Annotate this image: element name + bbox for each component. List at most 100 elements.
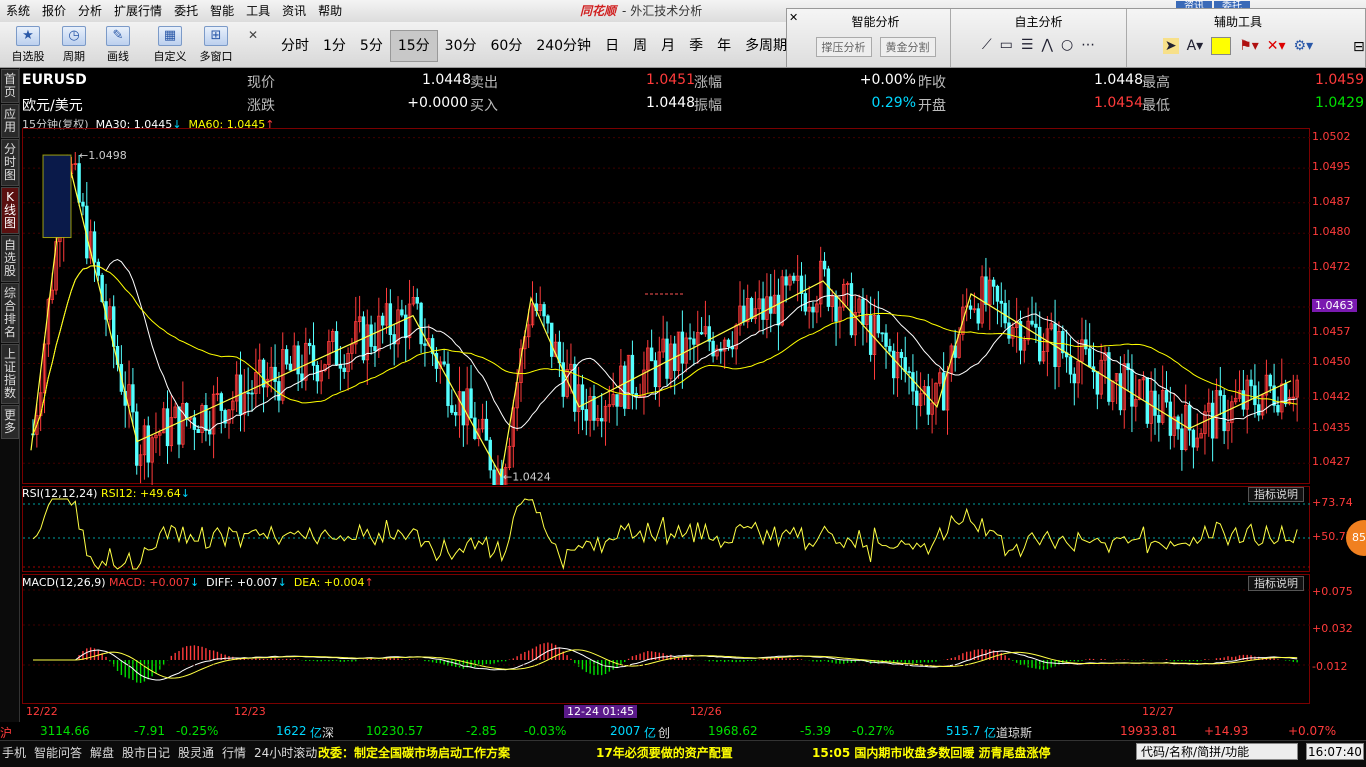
candle-body [1107, 352, 1111, 402]
settings-icon[interactable]: ⚙▾ [1294, 38, 1314, 54]
status-item-5[interactable]: 行情 [222, 744, 246, 761]
low-label: ←1.0424 [503, 470, 551, 483]
golden-split-button[interactable]: 黄金分割 [879, 37, 936, 57]
candle-body [277, 381, 281, 401]
candle-body [792, 275, 796, 281]
ticker-item: 2007 [610, 724, 641, 738]
candle-body [1168, 401, 1173, 436]
rsi-svg [23, 498, 1311, 571]
candle-body [623, 365, 627, 409]
delete-icon[interactable]: ✕▾ [1267, 38, 1286, 54]
period-3[interactable]: 15分 [389, 30, 438, 62]
period-button[interactable]: ◷ 周期 [52, 26, 96, 66]
news-3[interactable]: 15:05 国内期市收盘多数回暖 沥青尾盘涨停 [812, 744, 1051, 761]
nav-item-4[interactable]: 自选股 [1, 235, 19, 282]
price-sell: 1.0451 [646, 72, 695, 88]
channel-tool-icon[interactable]: ☰ [1021, 37, 1034, 53]
status-item-1[interactable]: 智能问答 [34, 744, 82, 761]
period-5[interactable]: 60分 [484, 31, 530, 61]
candle-body [665, 338, 669, 379]
nav-item-3[interactable]: K线图 [1, 187, 19, 234]
nav-item-0[interactable]: 首页 [1, 69, 19, 103]
draw-line-button[interactable]: ✎ 画线 [96, 26, 140, 66]
customize-button[interactable]: ▦ 自定义 [148, 26, 192, 66]
nav-item-5[interactable]: 综合排名 [1, 283, 19, 343]
period-6[interactable]: 240分钟 [529, 31, 598, 61]
candle-body [699, 332, 704, 335]
macd-explain-button[interactable]: 指标说明 [1248, 576, 1304, 591]
close-icon[interactable]: ✕ [248, 28, 258, 42]
period-0[interactable]: 分时 [274, 31, 316, 61]
period-9[interactable]: 月 [654, 31, 682, 61]
index-ticker: 沪 3114.66 -7.91 -0.25% 1622 亿深 10230.57 -2.85 -0… [0, 722, 1366, 740]
date-axis: 12/22 12/23 12-24 01:45 12/26 12/27 [26, 705, 1174, 718]
menu-item-7[interactable]: 资讯 [276, 0, 312, 22]
candle-body [373, 346, 377, 352]
status-item-2[interactable]: 解盘 [90, 744, 114, 761]
multi-window-button[interactable]: ⊞ 多窗口 [194, 26, 238, 66]
nav-item-1[interactable]: 应用 [1, 104, 19, 138]
period-2[interactable]: 5分 [353, 31, 390, 61]
period-10[interactable]: 季 [682, 31, 710, 61]
float-badge[interactable]: 85 [1346, 520, 1366, 556]
text-tool-icon[interactable]: A▾ [1187, 38, 1204, 54]
search-input[interactable]: 代码/名称/简拼/功能 [1136, 743, 1298, 760]
ticker-item: -0.25% [176, 724, 219, 738]
analysis-panel: ✕ 智能分析 撑压分析 黄金分割 自主分析 ⟋ ▭ ☰ ⋀ ○ ⋯ 辅助工具 ➤… [786, 8, 1366, 68]
menu-item-5[interactable]: 智能 [204, 0, 240, 22]
kline-chart[interactable]: ←1.0498 ←1.0424 [22, 128, 1311, 512]
period-7[interactable]: 日 [598, 31, 626, 61]
bookmark-icon[interactable]: ⚑▾ [1239, 38, 1259, 54]
macd-panel [22, 574, 1311, 704]
favorites-button[interactable]: ★ 自选股 [6, 26, 50, 66]
line-tool-icon[interactable]: ⟋ [982, 37, 992, 53]
menu-item-8[interactable]: 帮助 [312, 0, 348, 22]
wave-tool-icon[interactable]: ⋀ [1041, 37, 1052, 53]
rsi-explain-button[interactable]: 指标说明 [1248, 487, 1304, 502]
news-1[interactable]: 改委：制定全国碳市场启动工作方案 [318, 744, 510, 761]
period-8[interactable]: 周 [626, 31, 654, 61]
circle-tool-icon[interactable]: ○ [1061, 37, 1073, 53]
color-swatch[interactable] [1211, 37, 1232, 55]
status-item-6[interactable]: 24小时滚动 [254, 744, 317, 761]
ticker-item: 19933.81 [1120, 724, 1178, 738]
menu-item-6[interactable]: 工具 [240, 0, 276, 22]
candle-body [1191, 429, 1196, 448]
candle-body [599, 418, 604, 422]
pct-change: +0.00% [859, 72, 916, 88]
nav-item-6[interactable]: 上证指数 [1, 344, 19, 404]
period-1[interactable]: 1分 [316, 31, 353, 61]
menu-item-2[interactable]: 分析 [72, 0, 108, 22]
menu-item-3[interactable]: 扩展行情 [108, 0, 168, 22]
support-resistance-button[interactable]: 撑压分析 [815, 37, 872, 57]
close-icon[interactable]: ✕ [789, 11, 798, 24]
expand-icon[interactable]: ⊟ [1353, 39, 1365, 55]
cursor-icon[interactable]: ➤ [1162, 38, 1179, 54]
menu-item-4[interactable]: 委托 [168, 0, 204, 22]
candle-body [884, 332, 888, 347]
status-item-3[interactable]: 股市日记 [122, 744, 170, 761]
menu-item-0[interactable]: 系统 [0, 0, 36, 22]
symbol-name: 欧元/美元 [22, 98, 83, 114]
nav-item-7[interactable]: 更多 [1, 405, 19, 439]
candle-body [803, 293, 808, 312]
candle-body [1038, 326, 1042, 362]
dea-line [33, 649, 1298, 679]
candle-body [469, 388, 473, 419]
rect-tool-icon[interactable]: ▭ [1000, 37, 1013, 53]
candle-body [749, 298, 754, 320]
nav-item-2[interactable]: 分时图 [1, 139, 19, 186]
period-bar: 分时1分5分15分30分60分240分钟日周月季年多周期⚙ [274, 26, 824, 66]
news-2[interactable]: 17年必须要做的资产配置 [596, 744, 733, 761]
price-tick: 1.0487 [1312, 194, 1351, 208]
period-4[interactable]: 30分 [438, 31, 484, 61]
period-11[interactable]: 年 [710, 31, 738, 61]
candle-body [899, 352, 904, 358]
status-item-0[interactable]: 手机 [2, 744, 26, 761]
candle-body [1187, 404, 1192, 431]
menu-item-1[interactable]: 报价 [36, 0, 72, 22]
status-item-4[interactable]: 股灵通 [178, 744, 214, 761]
more-icon[interactable]: ⋯ [1081, 37, 1095, 53]
candle-body [219, 393, 223, 411]
candle-body [446, 363, 450, 406]
